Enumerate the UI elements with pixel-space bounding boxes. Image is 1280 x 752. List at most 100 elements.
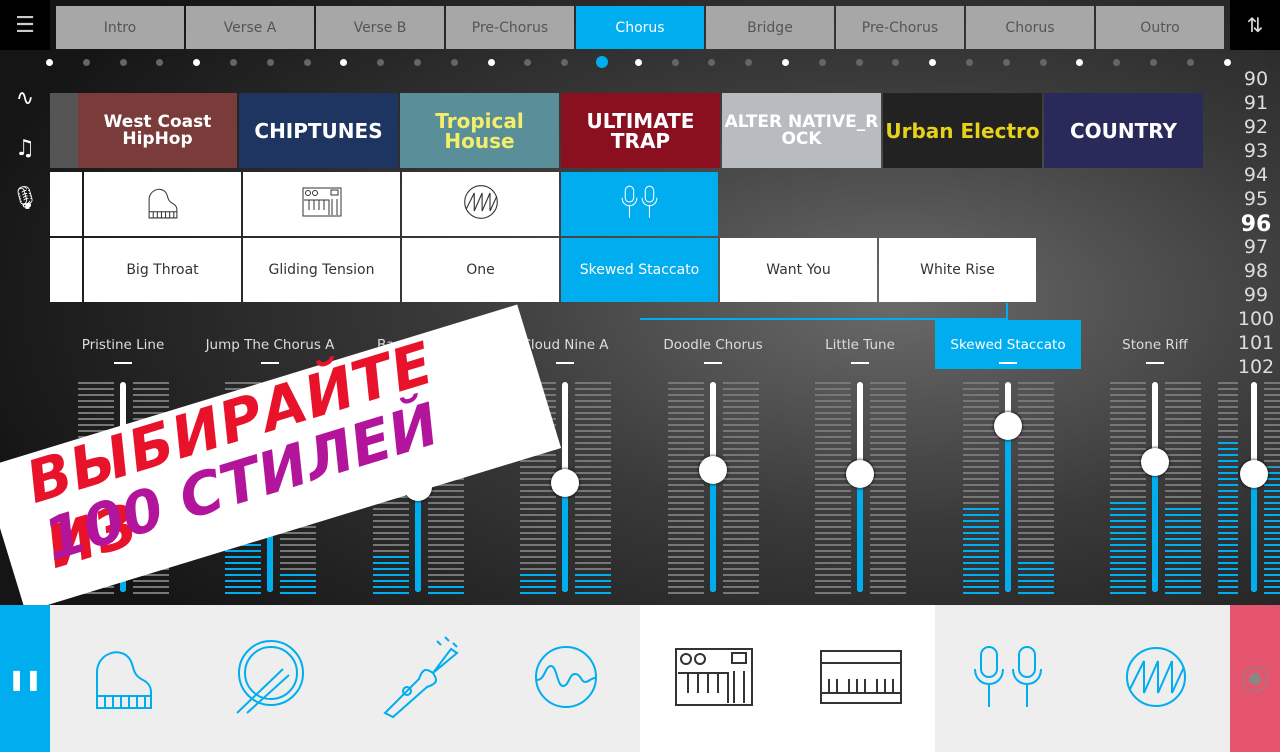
section-tab-chorus[interactable]: Chorus xyxy=(576,6,704,49)
section-tab-pre-chorus[interactable]: Pre-Chorus xyxy=(446,6,574,49)
fader-mute-dash[interactable] xyxy=(851,362,869,364)
timeline-dot[interactable] xyxy=(119,59,127,66)
fader-label[interactable]: Doodle Chorus xyxy=(640,333,786,369)
meter-right-level xyxy=(280,572,316,594)
bottom-instrument-button[interactable] xyxy=(1082,605,1230,752)
genre-tile[interactable]: Urban Electro xyxy=(883,93,1042,168)
bpm-value[interactable]: 100 xyxy=(1232,308,1280,330)
fader-knob[interactable] xyxy=(551,468,579,497)
bpm-value[interactable]: 95 xyxy=(1232,188,1280,210)
genre-tile[interactable]: COUNTRY xyxy=(1044,93,1203,168)
bpm-value[interactable]: 90 xyxy=(1232,68,1280,90)
fader-mute-dash[interactable] xyxy=(556,362,574,364)
fader-label[interactable]: Pristine Line xyxy=(50,333,196,369)
section-tab-pre-chorus[interactable]: Pre-Chorus xyxy=(836,6,964,49)
meter-left xyxy=(1218,382,1238,594)
timeline-dot[interactable] xyxy=(46,59,53,66)
swap-icon[interactable]: ⇅ xyxy=(1230,0,1280,50)
bottom-instrument-button[interactable] xyxy=(492,605,640,752)
section-tab-chorus[interactable]: Chorus xyxy=(966,6,1094,49)
bpm-value[interactable]: 99 xyxy=(1232,284,1280,306)
timeline-dot[interactable] xyxy=(303,59,311,66)
preset-button[interactable]: Gliding Tension xyxy=(243,238,400,302)
timeline-dot[interactable] xyxy=(634,59,642,66)
instrument-tab[interactable] xyxy=(402,172,559,236)
meter-left-level xyxy=(1110,498,1146,594)
fader-label[interactable]: Stone Riff xyxy=(1082,333,1228,369)
microphone-icon[interactable]: 🎙 xyxy=(10,186,40,216)
bpm-value[interactable]: 98 xyxy=(1232,260,1280,282)
meter-left-level xyxy=(373,551,409,594)
pause-button[interactable]: ❚❚ xyxy=(0,605,50,752)
fader-knob[interactable] xyxy=(1141,447,1169,476)
fader-track[interactable] xyxy=(1152,382,1158,592)
bpm-value[interactable]: 96 xyxy=(1232,212,1280,237)
timeline-dot[interactable] xyxy=(818,59,826,66)
fader-mute-dash[interactable] xyxy=(999,362,1017,364)
section-tab-verse-a[interactable]: Verse A xyxy=(186,6,314,49)
instrument-tab[interactable] xyxy=(84,172,241,236)
timeline-dot[interactable] xyxy=(266,59,274,66)
fader-mute-dash[interactable] xyxy=(1146,362,1164,364)
record-button[interactable] xyxy=(1230,605,1280,752)
section-tab-outro[interactable]: Outro xyxy=(1096,6,1224,49)
fader-track[interactable] xyxy=(710,382,716,592)
bottom-instrument-button[interactable] xyxy=(345,605,493,752)
section-tab-verse-b[interactable]: Verse B xyxy=(316,6,444,49)
fader-label[interactable]: Little Tune xyxy=(787,333,933,369)
section-tab-intro[interactable]: Intro xyxy=(56,6,184,49)
bottom-instrument-button[interactable] xyxy=(50,605,198,752)
genre-tile[interactable]: Tropical House xyxy=(400,93,559,168)
preset-connector xyxy=(640,303,1008,320)
bottom-instrument-button[interactable] xyxy=(197,605,345,752)
timeline-dot[interactable] xyxy=(966,59,973,66)
genre-tile[interactable]: West Coast HipHop xyxy=(78,93,237,168)
genre-tile[interactable]: ULTIMATE TRAP xyxy=(561,93,720,168)
timeline-dot[interactable] xyxy=(1186,59,1194,66)
timeline-dot[interactable] xyxy=(671,59,679,66)
bpm-value[interactable]: 97 xyxy=(1232,236,1280,258)
bpm-value[interactable]: 92 xyxy=(1232,116,1280,138)
instrument-tab[interactable] xyxy=(561,172,718,236)
timeline-dot[interactable] xyxy=(855,59,863,66)
timeline-dot[interactable] xyxy=(782,59,789,66)
bpm-value[interactable]: 93 xyxy=(1232,140,1280,162)
timeline-dot[interactable] xyxy=(82,59,90,66)
bottom-instrument-button[interactable] xyxy=(935,605,1083,752)
fader-knob[interactable] xyxy=(994,412,1022,441)
genre-tile[interactable]: ALTER NATIVE_R OCK xyxy=(722,93,881,168)
timeline-dot[interactable] xyxy=(487,59,495,66)
fader-knob[interactable] xyxy=(699,456,727,485)
fader-mute-dash[interactable] xyxy=(704,362,722,364)
menu-icon[interactable]: ☰ xyxy=(0,0,50,50)
bpm-value[interactable]: 102 xyxy=(1232,356,1280,378)
bpm-value[interactable]: 101 xyxy=(1232,332,1280,354)
fader-fill xyxy=(857,474,863,592)
fader-mute-dash[interactable] xyxy=(114,362,132,364)
instrument-tab[interactable] xyxy=(243,172,400,236)
bpm-value[interactable]: 91 xyxy=(1232,92,1280,114)
meter-right xyxy=(723,382,759,594)
bottom-instrument-button[interactable] xyxy=(640,605,788,752)
preset-button[interactable]: Big Throat xyxy=(84,238,241,302)
timeline-dot[interactable] xyxy=(1039,59,1047,66)
music-notes-icon[interactable]: ♫ xyxy=(10,136,40,166)
timeline-dot[interactable] xyxy=(1223,59,1231,66)
synth-icon xyxy=(674,647,754,711)
genre-tile[interactable]: CHIPTUNES xyxy=(239,93,398,168)
timeline-dot[interactable] xyxy=(230,59,237,66)
preset-button[interactable]: White Rise xyxy=(879,238,1036,302)
waveform-icon[interactable]: ∿ xyxy=(10,86,40,116)
timeline-dot[interactable] xyxy=(1002,59,1010,66)
timeline-dot[interactable] xyxy=(414,59,421,66)
meter-right xyxy=(870,382,906,594)
preset-button[interactable]: Skewed Staccato xyxy=(561,238,718,302)
fader-label[interactable]: Skewed Staccato xyxy=(935,320,1081,369)
bottom-instrument-button[interactable] xyxy=(787,605,935,752)
preset-button[interactable]: Want You xyxy=(720,238,877,302)
timeline-dot[interactable] xyxy=(596,56,608,68)
bpm-value[interactable]: 94 xyxy=(1232,164,1280,186)
timeline-dot[interactable] xyxy=(1150,59,1157,66)
timeline-dot[interactable] xyxy=(450,59,458,66)
section-tab-bridge[interactable]: Bridge xyxy=(706,6,834,49)
